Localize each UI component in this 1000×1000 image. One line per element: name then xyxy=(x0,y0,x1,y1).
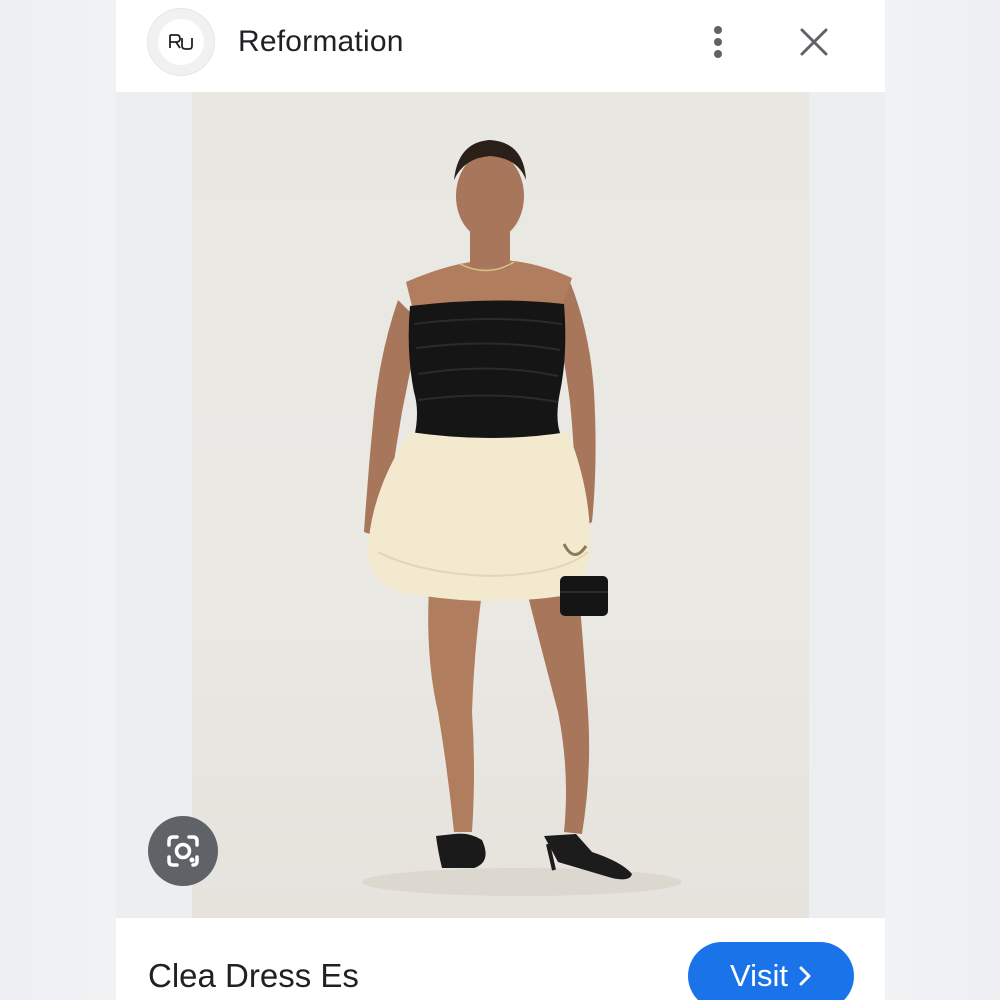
close-icon xyxy=(800,28,828,56)
site-logo[interactable] xyxy=(148,9,214,75)
preview-footer: Clea Dress Es Visit xyxy=(116,918,885,1000)
site-name[interactable]: Reformation xyxy=(238,22,404,62)
more-vert-icon xyxy=(714,26,722,58)
preview-header: Reformation xyxy=(116,0,885,92)
google-lens-icon xyxy=(167,835,199,867)
chevron-right-icon xyxy=(798,965,812,987)
more-options-button[interactable] xyxy=(700,20,736,64)
image-viewer xyxy=(116,92,885,918)
visit-button[interactable]: Visit xyxy=(688,942,854,1000)
product-title[interactable]: Clea Dress Es xyxy=(148,956,359,996)
product-photo[interactable] xyxy=(192,92,809,918)
close-button[interactable] xyxy=(792,20,836,64)
image-preview-sheet: Reformation Clea Dress Es Visit xyxy=(116,0,885,1000)
google-lens-button[interactable] xyxy=(148,816,218,886)
visit-label: Visit xyxy=(729,958,788,993)
reformation-logo-icon xyxy=(158,19,204,65)
